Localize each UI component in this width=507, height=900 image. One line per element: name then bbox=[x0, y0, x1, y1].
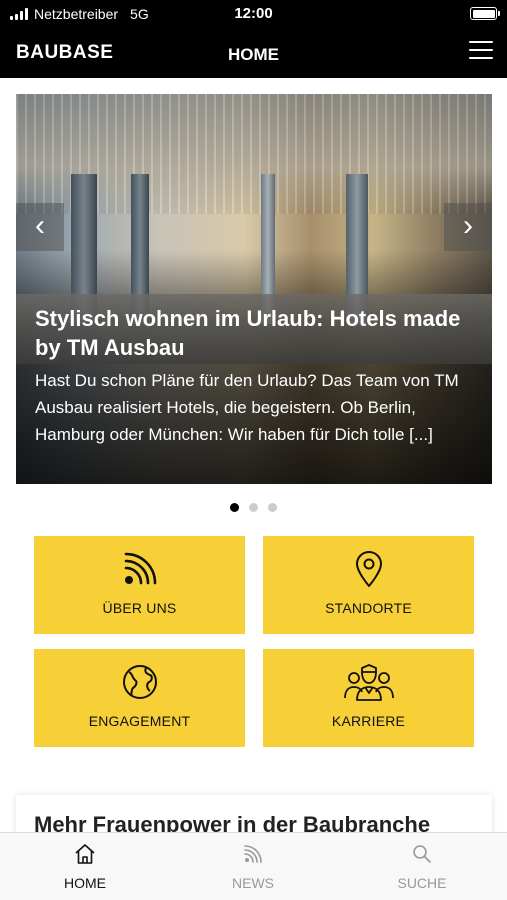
tile-standorte[interactable]: STANDORTE bbox=[263, 536, 474, 634]
tile-label: KARRIERE bbox=[331, 713, 406, 729]
slider-dot-1[interactable] bbox=[230, 503, 239, 512]
team-icon bbox=[263, 662, 474, 702]
bottom-nav: HOME NEWS SUCHE bbox=[0, 832, 507, 900]
slide-excerpt: Hast Du schon Pläne für den Urlaub? Das … bbox=[35, 371, 459, 444]
search-icon bbox=[362, 843, 482, 867]
globe-icon bbox=[34, 662, 245, 702]
hamburger-menu-icon[interactable] bbox=[469, 41, 493, 61]
slider-next-button[interactable]: › bbox=[444, 203, 492, 251]
slider-dot-2[interactable] bbox=[249, 503, 258, 512]
status-bar: Netzbetreiber 5G 12:00 bbox=[0, 0, 507, 28]
location-pin-icon bbox=[263, 549, 474, 589]
tile-label: ÜBER UNS bbox=[102, 600, 177, 616]
tile-engagement[interactable]: ENGAGEMENT bbox=[34, 649, 245, 747]
tile-label: STANDORTE bbox=[325, 600, 412, 616]
nav-news-label: NEWS bbox=[232, 875, 274, 891]
rss-icon bbox=[34, 549, 245, 589]
slider-prev-button[interactable]: ‹ bbox=[16, 203, 64, 251]
rss-icon bbox=[193, 843, 313, 867]
home-icon bbox=[25, 843, 145, 867]
tile-label: ENGAGEMENT bbox=[88, 713, 191, 729]
slider-dot-3[interactable] bbox=[268, 503, 277, 512]
tile-karriere[interactable]: KARRIERE bbox=[263, 649, 474, 747]
featured-slider[interactable]: ‹ › Stylisch wohnen im Urlaub: Hotels ma… bbox=[16, 94, 492, 484]
slider-pagination bbox=[0, 503, 507, 512]
status-time: 12:00 bbox=[234, 5, 273, 22]
slide-text: Stylisch wohnen im Urlaub: Hotels made b… bbox=[35, 304, 476, 448]
nav-suche[interactable]: SUCHE bbox=[362, 843, 482, 891]
nav-home[interactable]: HOME bbox=[25, 843, 145, 891]
nav-news[interactable]: NEWS bbox=[193, 843, 313, 891]
nav-suche-label: SUCHE bbox=[397, 875, 447, 891]
nav-home-label: HOME bbox=[64, 875, 106, 891]
slide-title[interactable]: Stylisch wohnen im Urlaub: Hotels made b… bbox=[35, 304, 476, 362]
page-title: HOME bbox=[228, 45, 279, 64]
battery-icon bbox=[470, 7, 500, 20]
app-header: BAUBASE HOME bbox=[0, 28, 507, 78]
tile-ueber-uns[interactable]: ÜBER UNS bbox=[34, 536, 245, 634]
